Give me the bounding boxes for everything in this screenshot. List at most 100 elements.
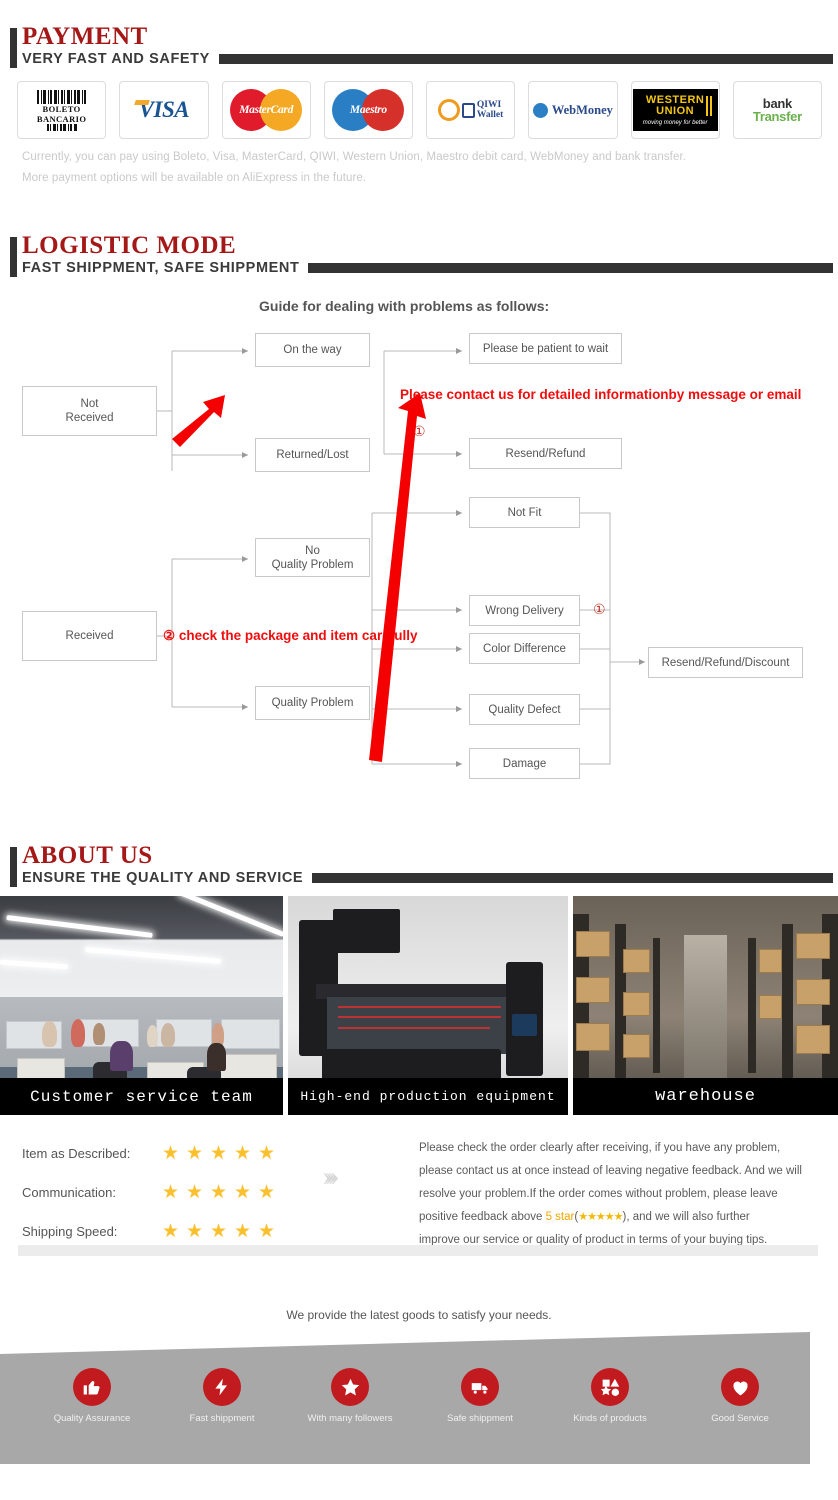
flow-node-on-the-way: On the way: [255, 333, 370, 367]
payment-method-western-union: WESTERN UNION moving money for better: [630, 81, 720, 140]
flow-node-label: No Quality Problem: [271, 544, 354, 571]
feedback-line-2: please contact us at once instead of lea…: [419, 1165, 802, 1177]
rating-row: Communication: ★ ★ ★ ★ ★: [22, 1183, 277, 1202]
rating-stars: ★ ★ ★ ★ ★: [162, 1222, 277, 1241]
visa-logo: VISA: [138, 97, 190, 123]
logistic-section: LOGISTIC MODE FAST SHIPPMENT, SAFE SHIPP…: [0, 232, 838, 277]
payment-header: PAYMENT VERY FAST AND SAFETY: [0, 23, 838, 68]
rating-row: Shipping Speed: ★ ★ ★ ★ ★: [22, 1222, 277, 1241]
maestro-wordmark: Maestro: [349, 104, 387, 117]
star-icon: ★: [186, 1221, 204, 1242]
payment-method-mastercard: MasterCard: [221, 81, 311, 140]
payment-methods-row: BOLETO BANCARIO VISA MasterCard Maestro …: [0, 67, 838, 140]
heart-icon: [721, 1368, 759, 1406]
flow-node-damage: Damage: [469, 748, 580, 779]
star-icon: ★: [162, 1143, 180, 1164]
feature-safe-shippment: Safe shippment: [420, 1368, 540, 1424]
payment-method-webmoney: WebMoney: [528, 81, 618, 140]
western-union-line-2: UNION: [656, 104, 695, 117]
payment-subtitle: VERY FAST AND SAFETY: [22, 51, 210, 68]
feedback-5-star-highlight: 5 star: [545, 1211, 575, 1223]
thumbs-up-icon: [73, 1368, 111, 1406]
boleto-bancario-logo: BOLETO BANCARIO: [37, 89, 87, 131]
header-tick-mark: [10, 28, 17, 68]
feature-label: Good Service: [711, 1413, 769, 1424]
western-union-bars: [705, 96, 712, 117]
star-icon: ★: [186, 1143, 204, 1164]
feedback-line-4-pre: positive feedback above: [419, 1211, 546, 1223]
about-subtitle: ENSURE THE QUALITY AND SERVICE: [22, 870, 304, 887]
feature-good-service: Good Service: [680, 1368, 800, 1424]
rating-stars: ★ ★ ★ ★ ★: [162, 1144, 277, 1163]
warehouse-photo-caption: warehouse: [573, 1078, 838, 1115]
flow-node-not-received: Not Received: [22, 386, 157, 436]
flow-node-resend-refund: Resend/Refund: [469, 438, 622, 469]
bank-transfer-line-2: Transfer: [752, 109, 802, 125]
flow-node-label: Resend/Refund: [505, 447, 586, 460]
star-icon: ★: [234, 1182, 252, 1203]
flow-marker-2: ①: [593, 601, 606, 617]
flow-node-quality-problem: Quality Problem: [255, 686, 370, 720]
flow-node-color-difference: Color Difference: [469, 633, 580, 664]
rating-label: Item as Described:: [22, 1146, 131, 1161]
ratings-divider: [18, 1245, 818, 1256]
flow-node-label: On the way: [283, 344, 342, 356]
flow-node-label: Resend/Refund/Discount: [661, 656, 790, 669]
star-icon: ★: [210, 1143, 228, 1164]
western-union-tagline: moving money for better: [642, 119, 708, 126]
about-header: ABOUT US ENSURE THE QUALITY AND SERVICE: [0, 842, 838, 887]
webmoney-globe-icon: [532, 102, 548, 118]
star-icon: ★: [258, 1143, 276, 1164]
header-tick-mark: [10, 847, 17, 887]
western-union-logo: WESTERN UNION moving money for better: [632, 89, 718, 132]
office-photo: Customer service team: [0, 896, 283, 1115]
feedback-line-4: positive feedback above 5 star(★★★★★), a…: [419, 1209, 819, 1226]
star-icon: ★: [186, 1182, 204, 1203]
star-icon: ★: [210, 1182, 228, 1203]
feedback-line-3: resolve your problem.If the order comes …: [419, 1188, 778, 1200]
production-equipment-photo: High-end production equipment: [288, 896, 568, 1115]
flow-node-wrong-delivery: Wrong Delivery: [469, 595, 580, 626]
about-title: ABOUT US: [22, 842, 153, 869]
flow-node-label: Please be patient to wait: [482, 342, 609, 355]
mastercard-logo: MasterCard: [230, 89, 303, 132]
footer-feature-banner: Quality Assurance Fast shippment With ma…: [0, 1332, 838, 1472]
feature-kinds-of-products: Kinds of products: [550, 1368, 670, 1424]
flow-node-label: Received: [65, 630, 114, 642]
payment-note-line-2: More payment options will be available o…: [22, 172, 367, 185]
feature-label: Kinds of products: [573, 1413, 647, 1424]
feature-quality-assurance: Quality Assurance: [32, 1368, 152, 1424]
flow-annotation-contact-us: Please contact us for detailed informati…: [400, 387, 802, 402]
star-icon: ★: [258, 1182, 276, 1203]
flow-node-not-fit: Not Fit: [469, 497, 580, 528]
bank-transfer-logo: bank Transfer: [753, 97, 802, 123]
flow-node-label: Returned/Lost: [276, 449, 349, 461]
rating-label: Shipping Speed:: [22, 1224, 118, 1239]
header-rule: [218, 54, 833, 65]
header-rule: [312, 873, 833, 884]
rating-label: Communication:: [22, 1185, 116, 1200]
flow-node-resend-refund-discount: Resend/Refund/Discount: [648, 647, 803, 678]
about-us-section: ABOUT US ENSURE THE QUALITY AND SERVICE: [0, 842, 838, 887]
flow-node-no-quality-problem: No Quality Problem: [255, 538, 370, 577]
flow-node-label: Damage: [502, 757, 547, 770]
shapes-icon: [591, 1368, 629, 1406]
warehouse-photo: warehouse: [573, 896, 838, 1115]
payment-method-maestro: Maestro: [323, 81, 413, 140]
footer-tagline: We provide the latest goods to satisfy y…: [286, 1308, 552, 1322]
payment-method-boleto: BOLETO BANCARIO: [17, 81, 107, 140]
logistics-flowchart: Guide for dealing with problems as follo…: [0, 290, 838, 810]
office-ceiling: [0, 896, 283, 997]
payment-method-bank-transfer: bank Transfer: [732, 81, 822, 140]
chevron-right-icon: ››››: [322, 1160, 339, 1192]
qiwi-line-1: QIWI: [476, 100, 502, 111]
boleto-line-1: BOLETO: [42, 103, 81, 114]
star-icon: ★: [162, 1182, 180, 1203]
logistic-header: LOGISTIC MODE FAST SHIPPMENT, SAFE SHIPP…: [0, 232, 838, 277]
feedback-line-4-post: ), and we will also further: [622, 1211, 750, 1223]
feedback-mini-stars: ★★★★★: [578, 1211, 623, 1223]
rating-row: Item as Described: ★ ★ ★ ★ ★: [22, 1144, 277, 1163]
payment-note: Currently, you can pay using Boleto, Vis…: [0, 139, 838, 184]
flow-node-label: Quality Defect: [488, 703, 561, 716]
star-icon: ★: [234, 1221, 252, 1242]
